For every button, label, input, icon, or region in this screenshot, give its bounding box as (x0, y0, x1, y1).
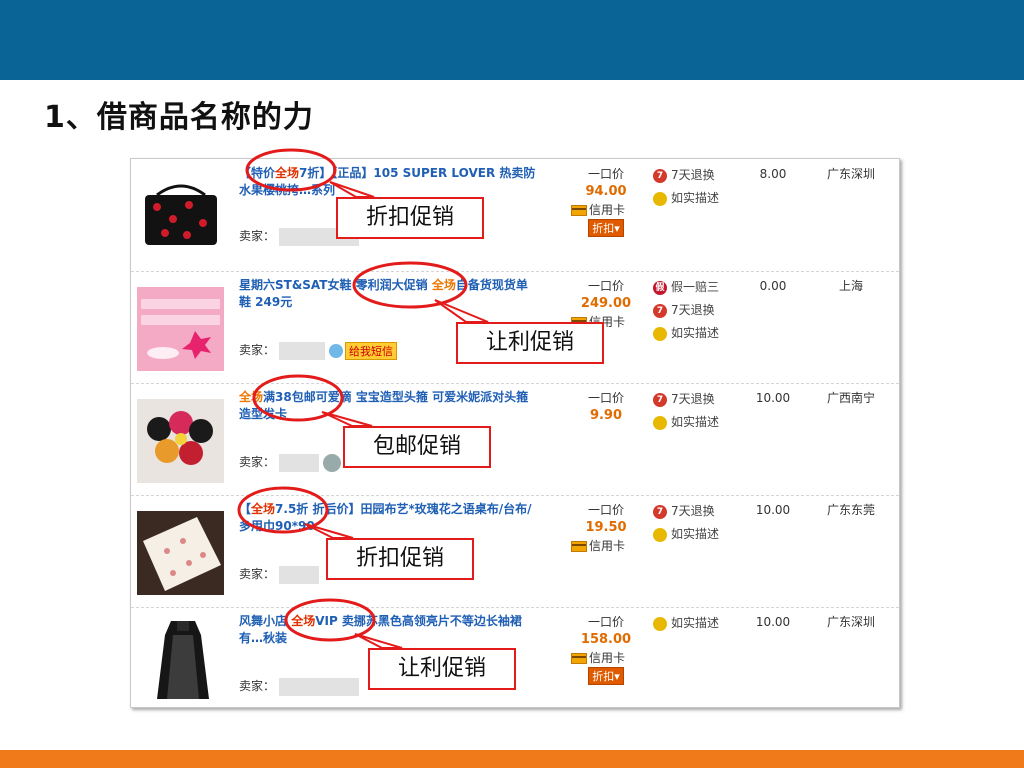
chat-icon[interactable] (329, 343, 344, 358)
price-column: 一口价 158.00 信用卡 折扣▾ (571, 613, 641, 685)
seller-info: 卖家： (239, 453, 342, 472)
shipping-fee: 0.00 (759, 279, 787, 293)
price-value: 19.50 (585, 520, 627, 535)
seller-info: 卖家： 给我短信 (239, 341, 398, 360)
price-column: 一口价 19.50 信用卡 (571, 501, 641, 554)
seller-name-redacted (279, 341, 326, 360)
location: 广东东莞 (826, 503, 875, 517)
product-title-link[interactable]: 星期六ST&SAT女鞋 零利润大促销 全场自备货现货单鞋 249元 (239, 277, 539, 311)
location: 广东深圳 (826, 615, 875, 629)
shipping-fee: 8.00 (759, 167, 787, 181)
seller-name-redacted (279, 565, 320, 584)
product-title-link[interactable]: 【特价全场7折】【正品】105 SUPER LOVER 热卖防水果樱桃挎…系列 (239, 165, 539, 199)
callout-profit-promotion: 让利促销 (456, 322, 604, 364)
describe-icon (653, 326, 667, 341)
header-bar (0, 0, 1024, 80)
service-column: 如实描述 (653, 613, 753, 636)
discount-button[interactable]: 折扣▾ (588, 219, 624, 237)
seller-avatar-icon[interactable] (323, 453, 342, 472)
seller-info: 卖家： (239, 677, 360, 696)
price-value: 158.00 (580, 632, 632, 647)
send-message-button[interactable]: 给我短信 (345, 341, 398, 360)
describe-icon (653, 616, 667, 631)
shipping-fee: 10.00 (755, 615, 791, 629)
product-title-link[interactable]: 【全场7.5折 折后价】田园布艺*玫瑰花之语桌布/台布/多用巾90*90 (239, 501, 539, 535)
product-image-tablecloth[interactable] (137, 511, 224, 595)
price-value: 94.00 (585, 184, 627, 199)
footer-bar (0, 750, 1024, 768)
price-column: 一口价 94.00 信用卡 折扣▾ (571, 165, 641, 237)
price-column: 一口价 9.90 (571, 389, 641, 423)
list-item: 【全场7.5折 折后价】田园布艺*玫瑰花之语桌布/台布/多用巾90*90 卖家：… (131, 495, 899, 608)
service-column: 假假一赔三 7 7天退换 如实描述 (653, 277, 753, 346)
callout-free-shipping-promotion: 包邮促销 (343, 426, 491, 468)
credit-card-icon (571, 653, 587, 664)
return-icon: 7 (653, 392, 667, 407)
credit-card-icon (571, 541, 587, 552)
service-column: 7 7天退换 如实描述 (653, 501, 753, 547)
credit-card-icon (571, 205, 587, 216)
credit-card-badge: 信用卡 (571, 537, 641, 554)
callout-profit-promotion: 让利促销 (368, 648, 516, 690)
service-column: 7 7天退换 如实描述 (653, 389, 753, 435)
seller-name-redacted (279, 453, 320, 472)
location: 上海 (838, 279, 863, 293)
callout-discount-promotion: 折扣促销 (326, 538, 474, 580)
shipping-fee: 10.00 (755, 503, 791, 517)
describe-icon (653, 191, 667, 206)
credit-card-badge: 信用卡 (571, 201, 641, 218)
discount-button[interactable]: 折扣▾ (588, 667, 624, 685)
describe-icon (653, 415, 667, 430)
return-icon: 7 (653, 504, 667, 519)
product-list-panel: 【特价全场7折】【正品】105 SUPER LOVER 热卖防水果樱桃挎…系列 … (130, 158, 900, 708)
fake-compensation-icon: 假 (653, 280, 667, 295)
credit-card-badge: 信用卡 (571, 649, 641, 666)
price-value: 249.00 (580, 296, 632, 311)
product-title-link[interactable]: 全场满38包邮可爱滴 宝宝造型头箍 可爱米妮派对头箍 造型发卡 (239, 389, 539, 423)
price-value: 9.90 (589, 408, 623, 423)
service-column: 7 7天退换 如实描述 (653, 165, 753, 211)
product-title-link[interactable]: 风舞小店 全场VIP 卖挪苏黑色高领亮片不等边长袖裙 有…秋装 (239, 613, 539, 647)
seller-info: 卖家： (239, 565, 320, 584)
product-image-shoes[interactable] (137, 287, 224, 371)
shipping-fee: 10.00 (755, 391, 791, 405)
list-item: 全场满38包邮可爱滴 宝宝造型头箍 可爱米妮派对头箍 造型发卡 卖家： 一口价 … (131, 383, 899, 496)
product-image-dress[interactable] (143, 615, 223, 703)
return-icon: 7 (653, 303, 667, 318)
slide-title: 1、借商品名称的力 (44, 100, 314, 135)
describe-icon (653, 527, 667, 542)
callout-discount-promotion: 折扣促销 (336, 197, 484, 239)
return-icon: 7 (653, 168, 667, 183)
location: 广东深圳 (826, 167, 875, 181)
product-image-bag[interactable] (137, 175, 224, 259)
seller-name-redacted (279, 677, 360, 696)
list-item: 【特价全场7折】【正品】105 SUPER LOVER 热卖防水果樱桃挎…系列 … (131, 159, 899, 272)
location: 广西南宁 (826, 391, 875, 405)
product-image-headband[interactable] (137, 399, 224, 483)
